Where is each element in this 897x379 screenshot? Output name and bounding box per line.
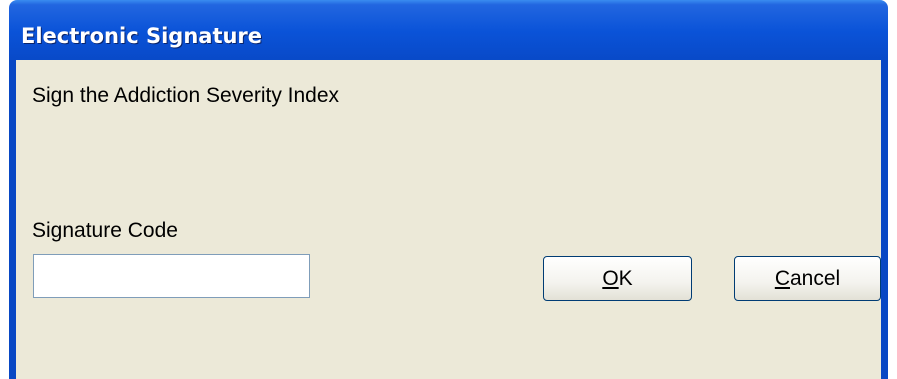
signature-code-label: Signature Code — [32, 219, 178, 242]
cancel-mnemonic: C — [774, 266, 790, 290]
dialog-body: Sign the Addiction Severity Index Signat… — [16, 60, 881, 379]
window-frame-right — [881, 60, 888, 379]
ok-label-rest: K — [618, 266, 633, 290]
electronic-signature-dialog: Electronic Signature Sign the Addiction … — [0, 0, 897, 379]
window-title: Electronic Signature — [21, 24, 263, 48]
cancel-label-rest: ancel — [789, 266, 841, 290]
window-frame-left — [9, 60, 16, 379]
signature-prompt: Sign the Addiction Severity Index — [32, 84, 340, 107]
signature-code-input[interactable] — [33, 254, 310, 298]
ok-button[interactable]: OK — [543, 256, 692, 301]
cancel-button[interactable]: Cancel — [734, 256, 881, 301]
ok-mnemonic: O — [602, 266, 619, 290]
